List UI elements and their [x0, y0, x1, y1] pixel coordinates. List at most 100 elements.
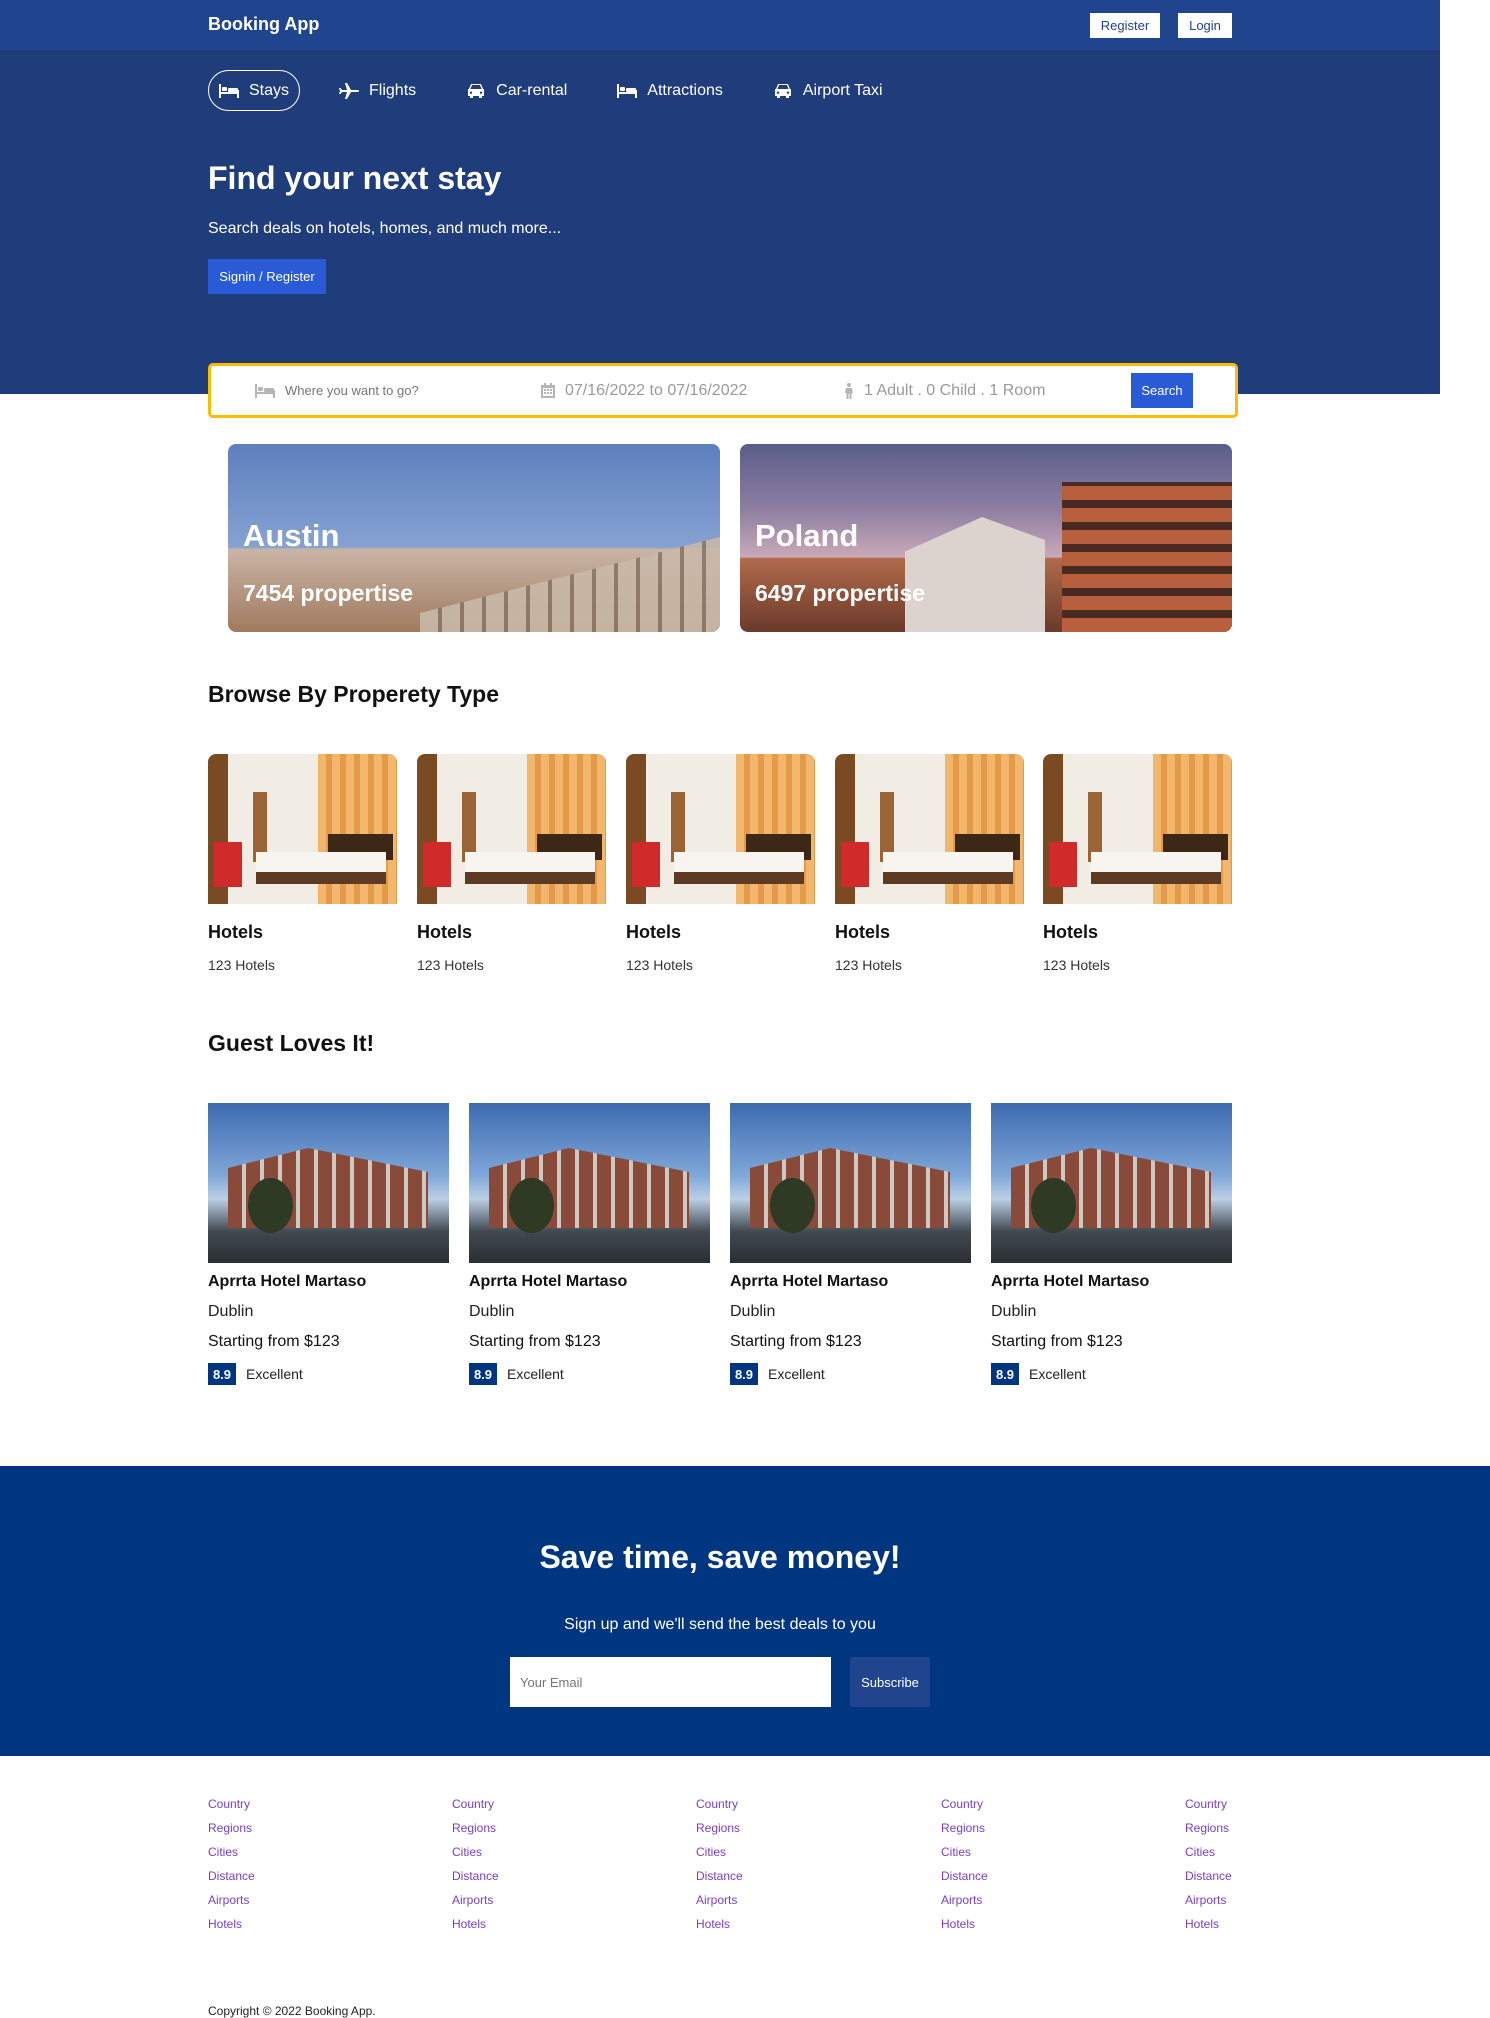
footer-link[interactable]: Distance [696, 1869, 743, 1893]
featured-city-card[interactable]: Poland 6497 propertise [740, 444, 1232, 632]
building-photo [905, 517, 1045, 632]
signin-register-button[interactable]: Signin / Register [208, 259, 326, 294]
footer-link[interactable]: Airports [208, 1893, 255, 1917]
tab-car-rental[interactable]: Car-rental [455, 70, 578, 111]
footer-link[interactable]: Cities [208, 1845, 255, 1869]
login-button[interactable]: Login [1178, 13, 1232, 38]
guests-text: 1 Adult . 0 Child . 1 Room [864, 381, 1046, 399]
tab-flights[interactable]: Flights [328, 70, 427, 111]
hotel-name: Aprrta Hotel Martaso [469, 1273, 628, 1290]
tab-label: Car-rental [496, 81, 568, 99]
footer-link[interactable]: Hotels [208, 1917, 255, 1941]
footer-link[interactable]: Regions [452, 1821, 499, 1845]
hotel-card[interactable]: Aprrta Hotel Martaso Dublin Starting fro… [469, 1103, 710, 1385]
footer-link[interactable]: Airports [941, 1893, 988, 1917]
newsletter-subtitle: Sign up and we'll send the best deals to… [564, 1616, 876, 1633]
footer-link[interactable]: Regions [1185, 1821, 1232, 1845]
newsletter-title: Save time, save money! [539, 1539, 901, 1575]
rating-label: Excellent [246, 1366, 303, 1382]
brand-logo[interactable]: Booking App [208, 14, 319, 35]
hotel-rating: 8.9 Excellent [991, 1363, 1232, 1385]
property-type-card[interactable]: Hotels 123 Hotels [208, 754, 397, 973]
footer-link[interactable]: Airports [1185, 1893, 1232, 1917]
footer-link[interactable]: Hotels [452, 1917, 499, 1941]
guests-picker[interactable]: 1 Adult . 0 Child . 1 Room [844, 382, 1045, 400]
search-bar: 07/16/2022 to 07/16/2022 1 Adult . 0 Chi… [208, 363, 1238, 418]
hotel-rating: 8.9 Excellent [730, 1363, 971, 1385]
property-type-card[interactable]: Hotels 123 Hotels [1043, 754, 1232, 973]
property-type-name: Hotels [208, 922, 264, 942]
footer-link[interactable]: Cities [452, 1845, 499, 1869]
footer-link[interactable]: Hotels [941, 1917, 988, 1941]
hero-subtitle: Search deals on hotels, homes, and much … [208, 220, 562, 237]
footer-link[interactable]: Distance [452, 1869, 499, 1893]
property-type-image [835, 754, 1024, 904]
bed-icon [219, 83, 239, 98]
property-type-card[interactable]: Hotels 123 Hotels [417, 754, 606, 973]
person-icon [845, 382, 853, 399]
footer-column: Country Regions Cities Distance Airports… [452, 1797, 499, 1941]
property-type-card[interactable]: Hotels 123 Hotels [626, 754, 815, 973]
subscribe-button[interactable]: Subscribe [850, 1657, 930, 1707]
footer-link[interactable]: Cities [1185, 1845, 1232, 1869]
register-button[interactable]: Register [1090, 13, 1160, 38]
hotel-price: Starting from $123 [208, 1333, 340, 1350]
hotel-image [730, 1103, 971, 1263]
rating-score-badge: 8.9 [991, 1363, 1019, 1385]
date-picker[interactable]: 07/16/2022 to 07/16/2022 [541, 382, 747, 400]
footer-link[interactable]: Country [1185, 1797, 1232, 1821]
top-navbar: Booking App Register Login [0, 0, 1440, 50]
hotel-card[interactable]: Aprrta Hotel Martaso Dublin Starting fro… [208, 1103, 449, 1385]
footer-link[interactable]: Cities [941, 1845, 988, 1869]
bed-icon [617, 83, 638, 98]
footer-link[interactable]: Airports [452, 1893, 499, 1917]
hotel-rating: 8.9 Excellent [469, 1363, 710, 1385]
property-type-image [208, 754, 397, 904]
rating-label: Excellent [768, 1366, 825, 1382]
destination-field[interactable] [255, 383, 455, 398]
hotel-city: Dublin [469, 1303, 515, 1320]
property-type-count: 123 Hotels [835, 957, 902, 973]
footer-link[interactable]: Regions [941, 1821, 988, 1845]
rating-label: Excellent [507, 1366, 564, 1382]
building-photo [420, 537, 720, 632]
footer-link[interactable]: Distance [208, 1869, 255, 1893]
featured-city-card[interactable]: Austin 7454 propertise [228, 444, 720, 632]
hotel-city: Dublin [730, 1303, 776, 1320]
search-button[interactable]: Search [1131, 373, 1193, 408]
tab-attractions[interactable]: Attractions [606, 70, 734, 111]
rating-score-badge: 8.9 [730, 1363, 758, 1385]
tab-stays[interactable]: Stays [208, 70, 301, 111]
footer-column: Country Regions Cities Distance Airports… [696, 1797, 743, 1941]
property-type-image [1043, 754, 1232, 904]
footer-link[interactable]: Airports [696, 1893, 743, 1917]
city-property-count: 6497 propertise [755, 580, 926, 606]
hotel-price: Starting from $123 [991, 1333, 1123, 1350]
tab-label: Attractions [647, 81, 723, 99]
footer-link[interactable]: Regions [696, 1821, 743, 1845]
property-type-card[interactable]: Hotels 123 Hotels [835, 754, 1024, 973]
footer-link[interactable]: Country [696, 1797, 743, 1821]
hotel-card[interactable]: Aprrta Hotel Martaso Dublin Starting fro… [730, 1103, 971, 1385]
footer-column: Country Regions Cities Distance Airports… [1185, 1797, 1232, 1941]
footer-link[interactable]: Distance [941, 1869, 988, 1893]
city-name: Austin [243, 518, 340, 553]
footer-link[interactable]: Cities [696, 1845, 743, 1869]
footer-link[interactable]: Hotels [696, 1917, 743, 1941]
footer-link[interactable]: Distance [1185, 1869, 1232, 1893]
destination-input[interactable] [285, 383, 455, 398]
footer-link[interactable]: Country [452, 1797, 499, 1821]
hotel-card[interactable]: Aprrta Hotel Martaso Dublin Starting fro… [991, 1103, 1232, 1385]
email-input[interactable] [510, 1657, 831, 1707]
guest-loves-title: Guest Loves It! [208, 1030, 375, 1056]
footer-link[interactable]: Country [208, 1797, 255, 1821]
footer-link[interactable]: Regions [208, 1821, 255, 1845]
rating-label: Excellent [1029, 1366, 1086, 1382]
property-type-name: Hotels [1043, 922, 1099, 942]
footer-link[interactable]: Country [941, 1797, 988, 1821]
hotel-rating: 8.9 Excellent [208, 1363, 449, 1385]
tab-airport-taxi[interactable]: Airport Taxi [762, 70, 894, 111]
hotel-image [208, 1103, 449, 1263]
footer-link[interactable]: Hotels [1185, 1917, 1232, 1941]
hotel-image [469, 1103, 710, 1263]
